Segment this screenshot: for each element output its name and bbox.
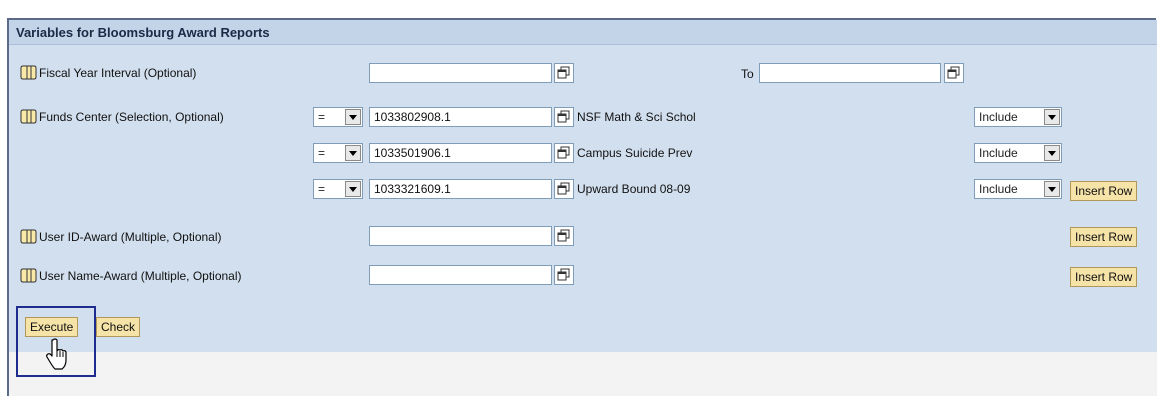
user-id-label: User ID-Award (Multiple, Optional) <box>20 229 222 244</box>
funds-center-value-help-2[interactable] <box>554 143 574 163</box>
chevron-down-icon <box>345 109 361 125</box>
user-id-input[interactable] <box>369 226 552 246</box>
funds-center-operator-select-2[interactable]: = <box>313 143 363 163</box>
chevron-down-icon <box>1044 145 1060 161</box>
value-help-icon <box>947 66 960 79</box>
funds-center-mode-select-3[interactable]: Include <box>974 179 1062 199</box>
value-help-icon <box>557 110 570 123</box>
footer-area <box>9 352 1157 396</box>
user-name-input[interactable] <box>369 265 552 285</box>
variable-icon <box>20 229 38 244</box>
funds-center-mode-select-1[interactable]: Include <box>974 107 1062 127</box>
variable-icon <box>20 109 38 124</box>
check-button[interactable]: Check <box>96 317 141 337</box>
funds-center-label: Funds Center (Selection, Optional) <box>20 109 224 124</box>
hand-cursor-icon <box>46 338 67 370</box>
funds-center-description-3: Upward Bound 08-09 <box>577 182 691 196</box>
user-name-label: User Name-Award (Multiple, Optional) <box>20 268 242 283</box>
chevron-down-icon <box>1044 109 1060 125</box>
fiscal-year-label: Fiscal Year Interval (Optional) <box>20 65 196 80</box>
fiscal-year-to-value-help[interactable] <box>944 63 964 83</box>
funds-center-value-help-3[interactable] <box>554 179 574 199</box>
value-help-icon <box>557 182 570 195</box>
panel-title: Variables for Bloomsburg Award Reports <box>16 25 270 40</box>
user-name-insert-row-button[interactable]: Insert Row <box>1070 267 1138 287</box>
funds-center-operator-select-3[interactable]: = <box>313 179 363 199</box>
variable-icon <box>20 268 38 283</box>
value-help-icon <box>557 146 570 159</box>
user-id-insert-row-button[interactable]: Insert Row <box>1070 227 1138 247</box>
chevron-down-icon <box>1044 181 1060 197</box>
to-label: To <box>741 67 754 81</box>
funds-center-insert-row-button[interactable]: Insert Row <box>1070 181 1138 201</box>
fiscal-year-from-input[interactable] <box>369 63 552 83</box>
funds-center-description-1: NSF Math & Sci Schol <box>577 110 696 124</box>
funds-center-input-3[interactable]: 1033321609.1 <box>369 179 552 199</box>
funds-center-input-2[interactable]: 1033501906.1 <box>369 143 552 163</box>
value-help-icon <box>557 229 570 242</box>
chevron-down-icon <box>345 145 361 161</box>
funds-center-operator-select-1[interactable]: = <box>313 107 363 127</box>
fiscal-year-to-input[interactable] <box>759 63 941 83</box>
value-help-icon <box>557 66 570 79</box>
variable-icon <box>20 65 38 80</box>
funds-center-description-2: Campus Suicide Prev <box>577 146 693 160</box>
funds-center-mode-select-2[interactable]: Include <box>974 143 1062 163</box>
value-help-icon <box>557 268 570 281</box>
funds-center-input-1[interactable]: 1033802908.1 <box>369 107 552 127</box>
fiscal-year-from-value-help[interactable] <box>554 63 574 83</box>
panel-header: Variables for Bloomsburg Award Reports <box>9 20 1157 45</box>
user-id-value-help[interactable] <box>554 226 574 246</box>
user-name-value-help[interactable] <box>554 265 574 285</box>
funds-center-value-help-1[interactable] <box>554 107 574 127</box>
chevron-down-icon <box>345 181 361 197</box>
